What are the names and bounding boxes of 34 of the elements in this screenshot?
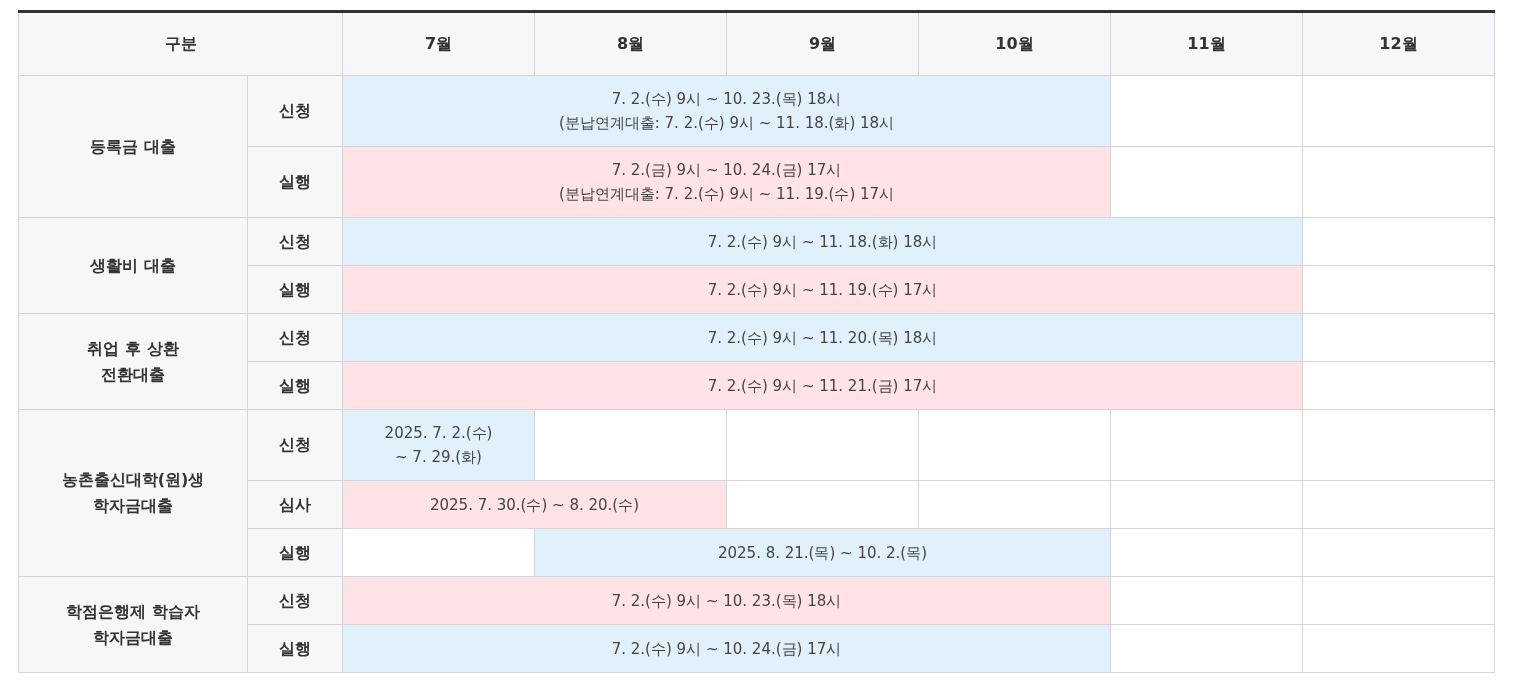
stage-cell: 실행: [247, 265, 343, 314]
stage-cell: 심사: [247, 480, 343, 529]
header-cell: 구분: [18, 11, 343, 76]
category-cell: 생활비 대출: [18, 217, 248, 314]
stage-cell: 실행: [247, 624, 343, 673]
period-cell: 7. 2.(수) 9시 ~ 11. 19.(수) 17시: [342, 265, 1303, 314]
stage-cell: 신청: [247, 576, 343, 625]
header-cell: 7월: [342, 11, 535, 76]
stage-cell: 실행: [247, 361, 343, 410]
stage-cell: 신청: [247, 75, 343, 147]
stage-cell: 신청: [247, 313, 343, 362]
period-cell: 7. 2.(수) 9시 ~ 10. 23.(목) 18시 (분납연계대출: 7. 2.(수) 9시 ~ 11. 18.(화) 18시: [342, 75, 1111, 147]
category-cell: 학점은행제 학습자 학자금대출: [18, 576, 248, 673]
stage-cell: 실행: [247, 146, 343, 218]
stage-cell: 실행: [247, 528, 343, 577]
header-cell: 8월: [534, 11, 727, 76]
category-cell: 취업 후 상환 전환대출: [18, 313, 248, 410]
period-cell: 2025. 8. 21.(목) ~ 10. 2.(목): [534, 528, 1111, 577]
period-cell: 2025. 7. 2.(수) ~ 7. 29.(화): [342, 409, 535, 481]
header-cell: 12월: [1302, 11, 1495, 76]
period-cell: 7. 2.(수) 9시 ~ 11. 21.(금) 17시: [342, 361, 1303, 410]
header-cell: 10월: [918, 11, 1111, 76]
stage-cell: 신청: [247, 217, 343, 266]
category-cell: 농촌출신대학(원)생 학자금대출: [18, 409, 248, 577]
period-cell: 7. 2.(수) 9시 ~ 10. 24.(금) 17시: [342, 624, 1111, 673]
period-cell: 7. 2.(금) 9시 ~ 10. 24.(금) 17시 (분납연계대출: 7. 2.(수) 9시 ~ 11. 19.(수) 17시: [342, 146, 1111, 218]
stage-cell: 신청: [247, 409, 343, 481]
header-cell: 9월: [726, 11, 919, 76]
header-cell: 11월: [1110, 11, 1303, 76]
period-cell: 2025. 7. 30.(수) ~ 8. 20.(수): [342, 480, 727, 529]
period-cell: 7. 2.(수) 9시 ~ 10. 23.(목) 18시: [342, 576, 1111, 625]
category-cell: 등록금 대출: [18, 75, 248, 218]
period-cell: 7. 2.(수) 9시 ~ 11. 18.(화) 18시: [342, 217, 1303, 266]
period-cell: 7. 2.(수) 9시 ~ 11. 20.(목) 18시: [342, 313, 1303, 362]
